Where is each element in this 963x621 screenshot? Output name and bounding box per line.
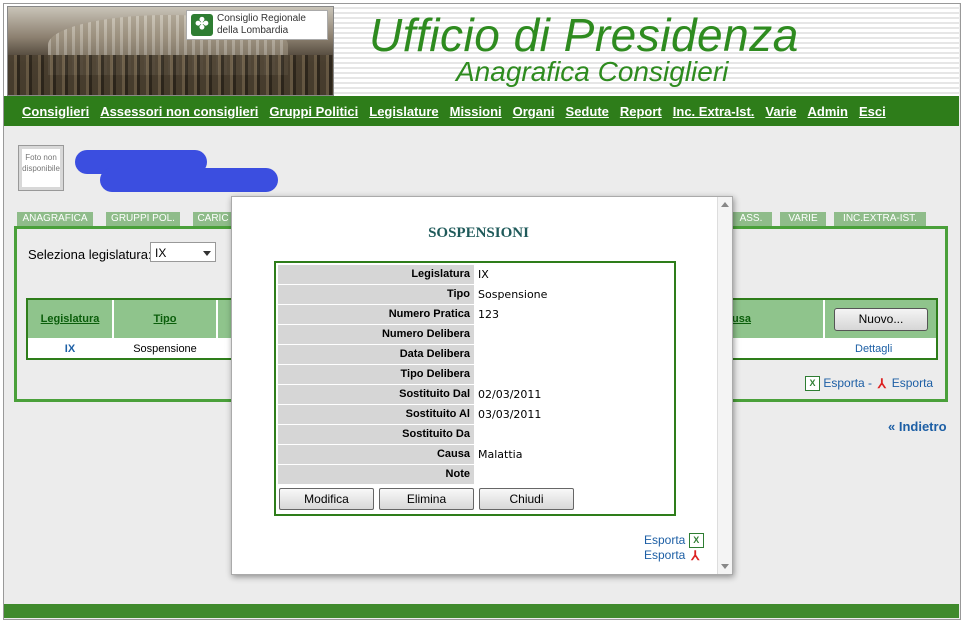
field-value [478, 425, 674, 444]
app-subtitle: Anagrafica Consiglieri [456, 56, 729, 87]
logo-line-1: Consiglio Regionale [217, 13, 306, 24]
menu-consiglieri[interactable]: Consiglieri [22, 104, 89, 119]
field-value: IX [478, 268, 489, 281]
field-label: Sostituito Al [278, 405, 474, 424]
export-separator: - [868, 376, 873, 390]
menu-missioni[interactable]: Missioni [450, 104, 502, 119]
menu-legislature[interactable]: Legislature [369, 104, 438, 119]
modal-export-excel-label[interactable]: Esporta [644, 533, 685, 547]
legislature-select-label: Seleziona legislatura: [28, 247, 152, 262]
field-value: 03/03/2011 [478, 408, 542, 421]
dettagli-link[interactable]: Dettagli [855, 343, 892, 355]
tab-anagrafica[interactable]: ANAGRAFICA [17, 212, 93, 226]
excel-icon[interactable]: X [688, 533, 704, 549]
chevron-down-icon [203, 251, 211, 256]
col-legislatura[interactable]: Legislatura [28, 300, 112, 338]
footer-bar [4, 604, 959, 618]
col-tipo[interactable]: Tipo [114, 300, 216, 338]
menu-report[interactable]: Report [620, 104, 662, 119]
export-excel-link[interactable]: Esporta [823, 376, 864, 390]
menu-organi[interactable]: Organi [513, 104, 555, 119]
menu-varie[interactable]: Varie [765, 104, 796, 119]
legislature-select-value: IX [155, 246, 167, 260]
logo-text: Consiglio Regionale della Lombardia [217, 13, 306, 37]
elimina-button[interactable]: Elimina [379, 488, 474, 510]
field-row: Numero Delibera [278, 325, 674, 345]
main-menu: Consiglieri Assessori non consiglieri Gr… [4, 96, 959, 126]
tab-cariche[interactable]: CARIC [193, 212, 233, 226]
modal-export-pdf[interactable]: Esporta ⅄ [644, 548, 702, 562]
field-label: Causa [278, 445, 474, 464]
modal-scrollbar[interactable] [717, 197, 732, 574]
menu-sedute[interactable]: Sedute [566, 104, 609, 119]
field-row: Data Delibera [278, 345, 674, 365]
field-row: Tipo Sospensione [278, 285, 674, 305]
tab-gruppi-pol[interactable]: GRUPPI POL. [106, 212, 180, 226]
logo-line-2: della Lombardia [217, 25, 289, 36]
cell-legislatura: IX [64, 343, 76, 355]
menu-assessori[interactable]: Assessori non consiglieri [100, 104, 258, 119]
field-value [478, 345, 674, 364]
export-pdf-link[interactable]: Esporta [892, 376, 933, 390]
menu-inc-extra-ist[interactable]: Inc. Extra-Ist. [673, 104, 755, 119]
col-causa[interactable]: usa [730, 300, 823, 338]
lombardia-rose-icon: ✤ [191, 14, 213, 36]
field-row: Tipo Delibera [278, 365, 674, 385]
field-label: Tipo [278, 285, 474, 304]
profile-photo-placeholder: Foto non disponibile [18, 145, 64, 191]
nuovo-button[interactable]: Nuovo... [834, 308, 928, 331]
field-row: Sostituito Al 03/03/2011 [278, 405, 674, 425]
menu-gruppi-politici[interactable]: Gruppi Politici [269, 104, 358, 119]
field-value [478, 325, 674, 344]
pdf-icon[interactable]: ⅄ [689, 549, 702, 562]
field-label: Data Delibera [278, 345, 474, 364]
field-value: Sospensione [478, 288, 548, 301]
council-logo: ✤ Consiglio Regionale della Lombardia [186, 10, 328, 40]
legislature-select[interactable]: IX [150, 242, 216, 262]
modal-title: SOSPENSIONI [428, 225, 529, 241]
chamber-seats [8, 55, 333, 95]
pdf-icon[interactable]: ⅄ [875, 377, 888, 390]
field-value: 123 [478, 308, 499, 321]
field-value [478, 365, 674, 384]
modifica-button[interactable]: Modifica [279, 488, 374, 510]
field-label: Numero Delibera [278, 325, 474, 344]
field-value: Malattia [478, 448, 523, 461]
field-row: Sostituito Dal 02/03/2011 [278, 385, 674, 405]
scroll-down-icon[interactable] [721, 564, 729, 569]
sospensioni-modal: SOSPENSIONI Legislatura IX Tipo Sospension… [231, 196, 733, 575]
field-row: Sostituito Da [278, 425, 674, 445]
back-link[interactable]: « Indietro [888, 419, 947, 434]
field-label: Numero Pratica [278, 305, 474, 324]
details-box: Legislatura IX Tipo Sospensione Numero Pra… [274, 261, 676, 516]
field-label: Sostituito Dal [278, 385, 474, 404]
chiudi-button[interactable]: Chiudi [479, 488, 574, 510]
cell-tipo: Sospensione [133, 343, 197, 355]
modal-export-pdf-label[interactable]: Esporta [644, 548, 685, 562]
field-row: Causa Malattia [278, 445, 674, 465]
field-row: Numero Pratica 123 [278, 305, 674, 325]
field-value: 02/03/2011 [478, 388, 542, 401]
tab-inc-extra-ist[interactable]: INC.EXTRA-IST. [834, 212, 926, 226]
tab-ass[interactable]: ASS. [730, 212, 772, 226]
header-banner: ✤ Consiglio Regionale della Lombardia Uf… [4, 4, 959, 98]
modal-export-excel[interactable]: Esporta X [644, 533, 704, 549]
menu-admin[interactable]: Admin [808, 104, 848, 119]
tab-varie[interactable]: VARIE [780, 212, 826, 226]
menu-esci[interactable]: Esci [859, 104, 886, 119]
field-label: Tipo Delibera [278, 365, 474, 384]
field-label: Sostituito Da [278, 425, 474, 444]
export-row: X Esporta - ⅄ Esporta [805, 376, 933, 392]
redacted-name-2 [100, 168, 278, 192]
scroll-up-icon[interactable] [721, 202, 729, 207]
app-title: Ufficio di Presidenza [369, 9, 799, 61]
field-value [478, 465, 674, 484]
field-label: Legislatura [278, 265, 474, 284]
col-hidden [218, 300, 232, 338]
council-chamber-photo: ✤ Consiglio Regionale della Lombardia [7, 6, 334, 96]
excel-icon[interactable]: X [805, 376, 820, 392]
field-row: Note [278, 465, 674, 485]
field-label: Note [278, 465, 474, 484]
field-row: Legislatura IX [278, 265, 674, 285]
